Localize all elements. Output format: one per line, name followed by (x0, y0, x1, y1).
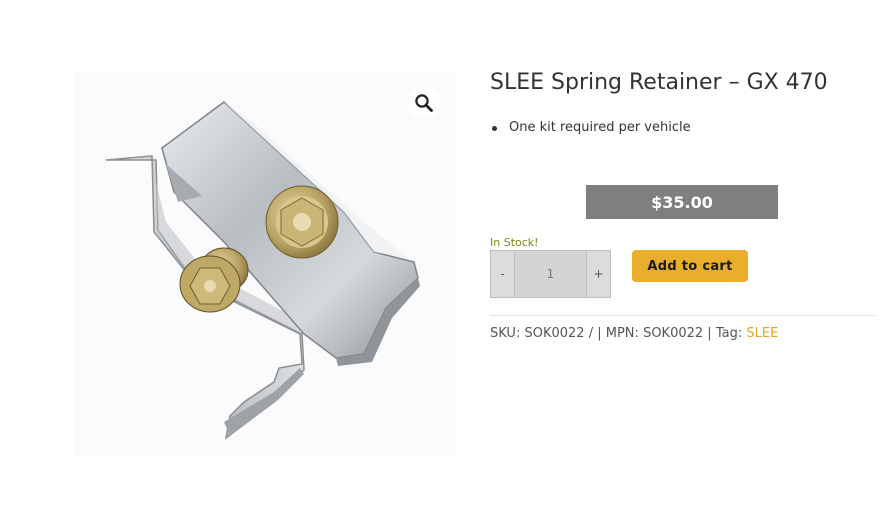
search-icon (415, 94, 433, 112)
mpn-value: SOK0022 (643, 326, 704, 341)
tag-label: Tag: (715, 326, 743, 341)
price-amount: $35.00 (651, 192, 713, 212)
short-description-item: One kit required per vehicle (490, 119, 691, 137)
sku-suffix: / | (588, 326, 602, 341)
short-description-text: One kit required per vehicle (509, 120, 691, 135)
product-title: SLEE Spring Retainer – GX 470 (490, 70, 828, 95)
quantity-input[interactable] (515, 251, 586, 297)
bullet-icon (492, 126, 497, 131)
short-description: One kit required per vehicle (490, 119, 691, 137)
sku-label: SKU: (490, 326, 521, 341)
meta-separator: | (707, 326, 712, 341)
sku-value: SOK0022 (524, 326, 585, 341)
stock-status: In Stock! (490, 236, 539, 249)
quantity-stepper: - + (490, 250, 611, 298)
spring-retainer-photo (105, 101, 420, 440)
tag-link[interactable]: SLEE (746, 326, 778, 341)
add-to-cart-button[interactable]: Add to cart (632, 250, 748, 282)
product-image[interactable] (74, 72, 456, 456)
price-box: $35.00 (586, 185, 778, 219)
mpn-label: MPN: (605, 326, 639, 341)
zoom-button[interactable] (408, 87, 440, 119)
quantity-minus-button[interactable]: - (491, 251, 515, 297)
product-meta: SKU: SOK0022 / | MPN: SOK0022 | Tag: SLE… (490, 325, 778, 343)
divider (490, 315, 875, 316)
quantity-plus-button[interactable]: + (586, 251, 610, 297)
